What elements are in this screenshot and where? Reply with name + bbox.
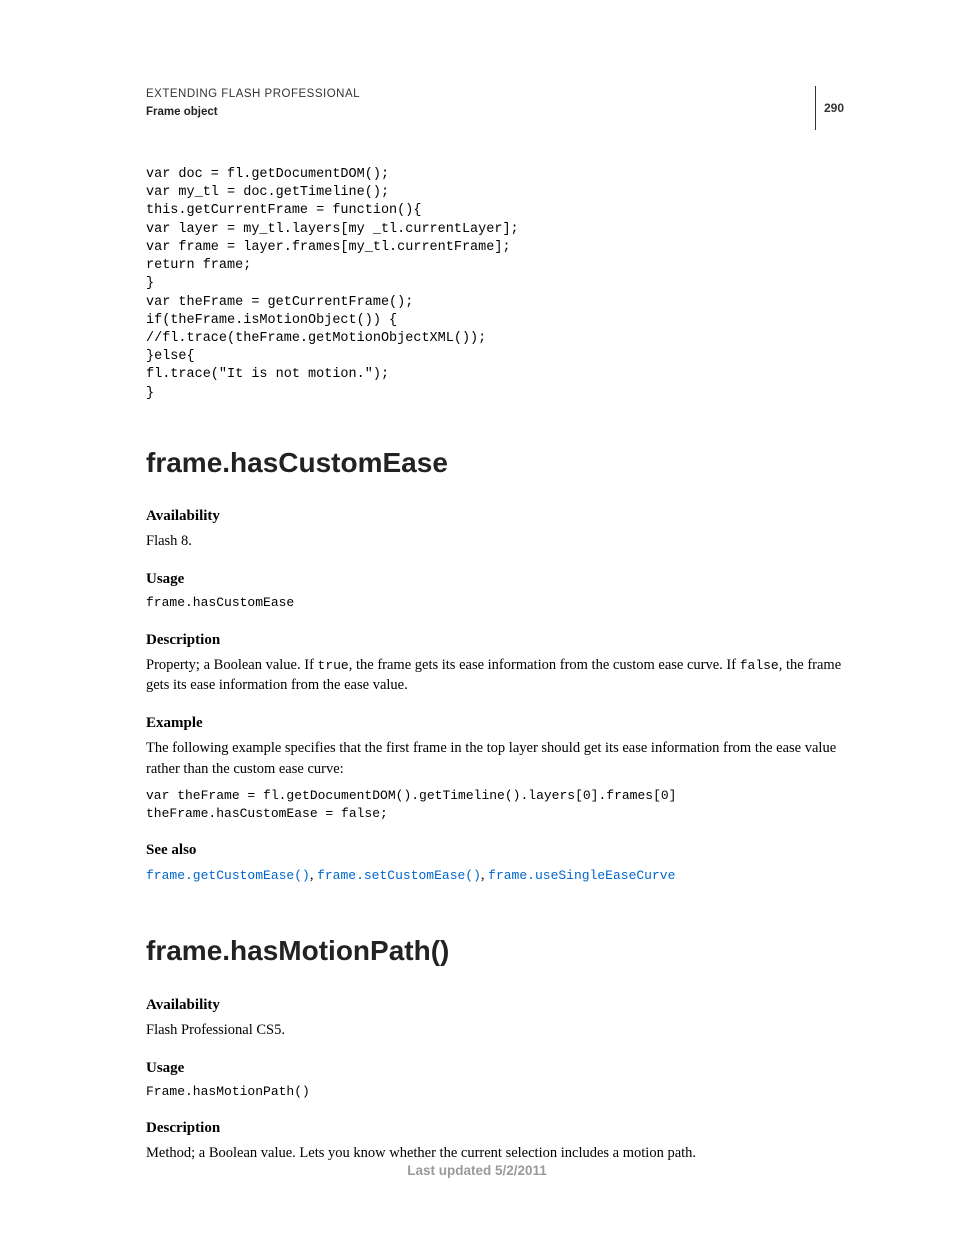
availability-text-2: Flash Professional CS5.	[146, 1020, 844, 1040]
code-block-top: var doc = fl.getDocumentDOM(); var my_tl…	[146, 166, 844, 403]
description-heading-2: Description	[146, 1118, 844, 1139]
availability-heading-2: Availability	[146, 995, 844, 1016]
description-code-false: false	[740, 658, 779, 673]
page-number-rule	[815, 86, 816, 130]
description-text-2: Method; a Boolean value. Lets you know w…	[146, 1143, 844, 1163]
header-left-block: EXTENDING FLASH PROFESSIONAL Frame objec…	[146, 86, 360, 120]
description-mid: , the frame gets its ease information fr…	[349, 657, 740, 673]
page-content: EXTENDING FLASH PROFESSIONAL Frame objec…	[0, 0, 954, 1164]
page-footer: Last updated 5/2/2011	[0, 1162, 954, 1181]
see-also-heading: See also	[146, 840, 844, 861]
link-setcustomease[interactable]: frame.setCustomEase()	[317, 868, 481, 883]
link-usesingleeasecurve[interactable]: frame.useSingleEaseCurve	[488, 868, 675, 883]
usage-heading: Usage	[146, 569, 844, 590]
page-number: 290	[824, 100, 844, 117]
availability-heading: Availability	[146, 506, 844, 527]
example-code: var theFrame = fl.getDocumentDOM().getTi…	[146, 787, 844, 822]
section-title-hasmotionpath: frame.hasMotionPath()	[146, 931, 844, 970]
running-head-title: EXTENDING FLASH PROFESSIONAL	[146, 86, 360, 102]
see-also-links: frame.getCustomEase(), frame.setCustomEa…	[146, 865, 844, 885]
page-number-block: 290	[815, 86, 844, 130]
example-heading: Example	[146, 713, 844, 734]
usage-code-2: Frame.hasMotionPath()	[146, 1083, 844, 1101]
availability-text: Flash 8.	[146, 531, 844, 551]
description-heading: Description	[146, 630, 844, 651]
description-code-true: true	[318, 658, 349, 673]
link-getcustomease[interactable]: frame.getCustomEase()	[146, 868, 310, 883]
running-head-subtitle: Frame object	[146, 104, 360, 120]
page-header: EXTENDING FLASH PROFESSIONAL Frame objec…	[146, 86, 844, 130]
example-text: The following example specifies that the…	[146, 738, 844, 779]
see-also-sep-1: ,	[310, 867, 317, 883]
usage-heading-2: Usage	[146, 1058, 844, 1079]
description-pre: Property; a Boolean value. If	[146, 657, 318, 673]
section-title-hascustomease: frame.hasCustomEase	[146, 443, 844, 482]
description-text: Property; a Boolean value. If true, the …	[146, 655, 844, 696]
usage-code: frame.hasCustomEase	[146, 594, 844, 612]
